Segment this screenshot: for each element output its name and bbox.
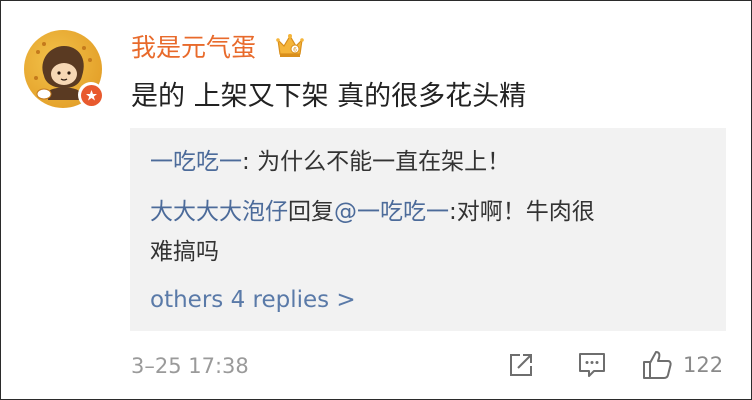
share-icon — [510, 354, 532, 376]
more-replies-link[interactable]: others 4 replies > — [150, 284, 356, 316]
comment-button[interactable] — [577, 347, 611, 383]
reply-text: 对啊！牛肉很 — [456, 199, 595, 225]
verified-badge-icon — [78, 82, 104, 108]
reply-item: 大大大大泡仔回复@一吃吃一:对啊！牛肉很 — [150, 196, 595, 228]
reply-text-continued: 难搞吗 — [150, 239, 219, 265]
reply-text: 为什么不能一直在架上！ — [257, 149, 511, 175]
reply-separator: : — [242, 149, 258, 175]
reply-mention[interactable]: @一吃吃一 — [334, 199, 449, 225]
svg-text:6: 6 — [293, 47, 297, 54]
reply-username[interactable]: 大大大大泡仔 — [150, 199, 288, 225]
username[interactable]: 我是元气蛋 — [131, 32, 256, 64]
reply-separator: : — [449, 199, 457, 225]
share-button[interactable] — [507, 347, 539, 383]
reply-item: 一吃吃一: 为什么不能一直在架上！ — [150, 146, 510, 178]
comment-card: 我是元气蛋 6 是的 上架又下架 真的很多花头精 一吃吃一: 为什么不能一直在架… — [0, 0, 752, 400]
comment-icon — [579, 353, 605, 377]
thumbs-up-icon — [643, 351, 672, 379]
reply-username[interactable]: 一吃吃一 — [150, 149, 242, 175]
like-button[interactable]: 122 — [641, 347, 731, 383]
reply-action-label: 回复 — [288, 199, 334, 225]
comment-text: 是的 上架又下架 真的很多花头精 — [131, 81, 527, 112]
reply-thread[interactable]: 一吃吃一: 为什么不能一直在架上！ 大大大大泡仔回复@一吃吃一:对啊！牛肉很 难… — [130, 128, 726, 331]
crown-icon[interactable]: 6 — [275, 32, 305, 60]
like-count: 122 — [683, 353, 724, 377]
timestamp: 3–25 17:38 — [131, 354, 249, 378]
